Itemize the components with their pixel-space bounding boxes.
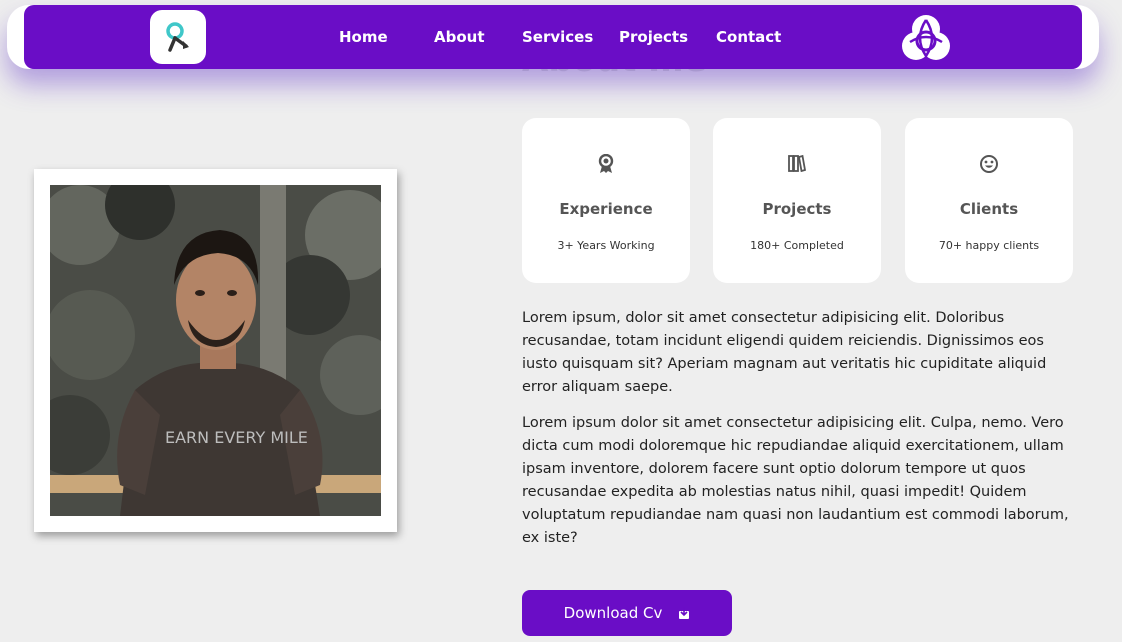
card-title: Clients bbox=[959, 200, 1019, 218]
nav-link-services[interactable]: Services bbox=[522, 5, 593, 69]
about-paragraph-2: Lorem ipsum dolor sit amet consectetur a… bbox=[522, 415, 1069, 546]
triquetra-logo-icon[interactable] bbox=[900, 12, 952, 64]
profile-photo-frame: EARN EVERY MILE bbox=[34, 169, 397, 532]
nav-link-projects[interactable]: Projects bbox=[619, 5, 688, 69]
card-subtitle: 180+ Completed bbox=[750, 239, 844, 252]
card-projects: Projects 180+ Completed bbox=[713, 118, 881, 283]
card-clients: Clients 70+ happy clients bbox=[905, 118, 1073, 283]
shirt-print: EARN EVERY MILE bbox=[165, 428, 308, 447]
nav-link-about[interactable]: About bbox=[434, 5, 485, 69]
card-experience: Experience 3+ Years Working bbox=[522, 118, 690, 283]
nav-link-home[interactable]: Home bbox=[339, 5, 388, 69]
profile-photo: EARN EVERY MILE bbox=[50, 185, 381, 516]
about-paragraph-1: Lorem ipsum, dolor sit amet consectetur … bbox=[522, 310, 1047, 395]
card-subtitle: 70+ happy clients bbox=[938, 239, 1040, 252]
card-title: Experience bbox=[559, 200, 653, 218]
card-subtitle: 3+ Years Working bbox=[557, 239, 655, 252]
smile-icon bbox=[980, 155, 998, 173]
nav-links: Home About Services Projects Contact bbox=[0, 5, 1122, 69]
books-icon bbox=[788, 154, 806, 172]
download-cv-button[interactable]: Download Cv bbox=[522, 590, 732, 636]
nav-link-contact[interactable]: Contact bbox=[716, 5, 781, 69]
award-icon bbox=[598, 154, 614, 173]
download-cv-label: Download Cv bbox=[563, 604, 663, 622]
card-title: Projects bbox=[762, 200, 832, 218]
download-icon bbox=[679, 607, 690, 619]
